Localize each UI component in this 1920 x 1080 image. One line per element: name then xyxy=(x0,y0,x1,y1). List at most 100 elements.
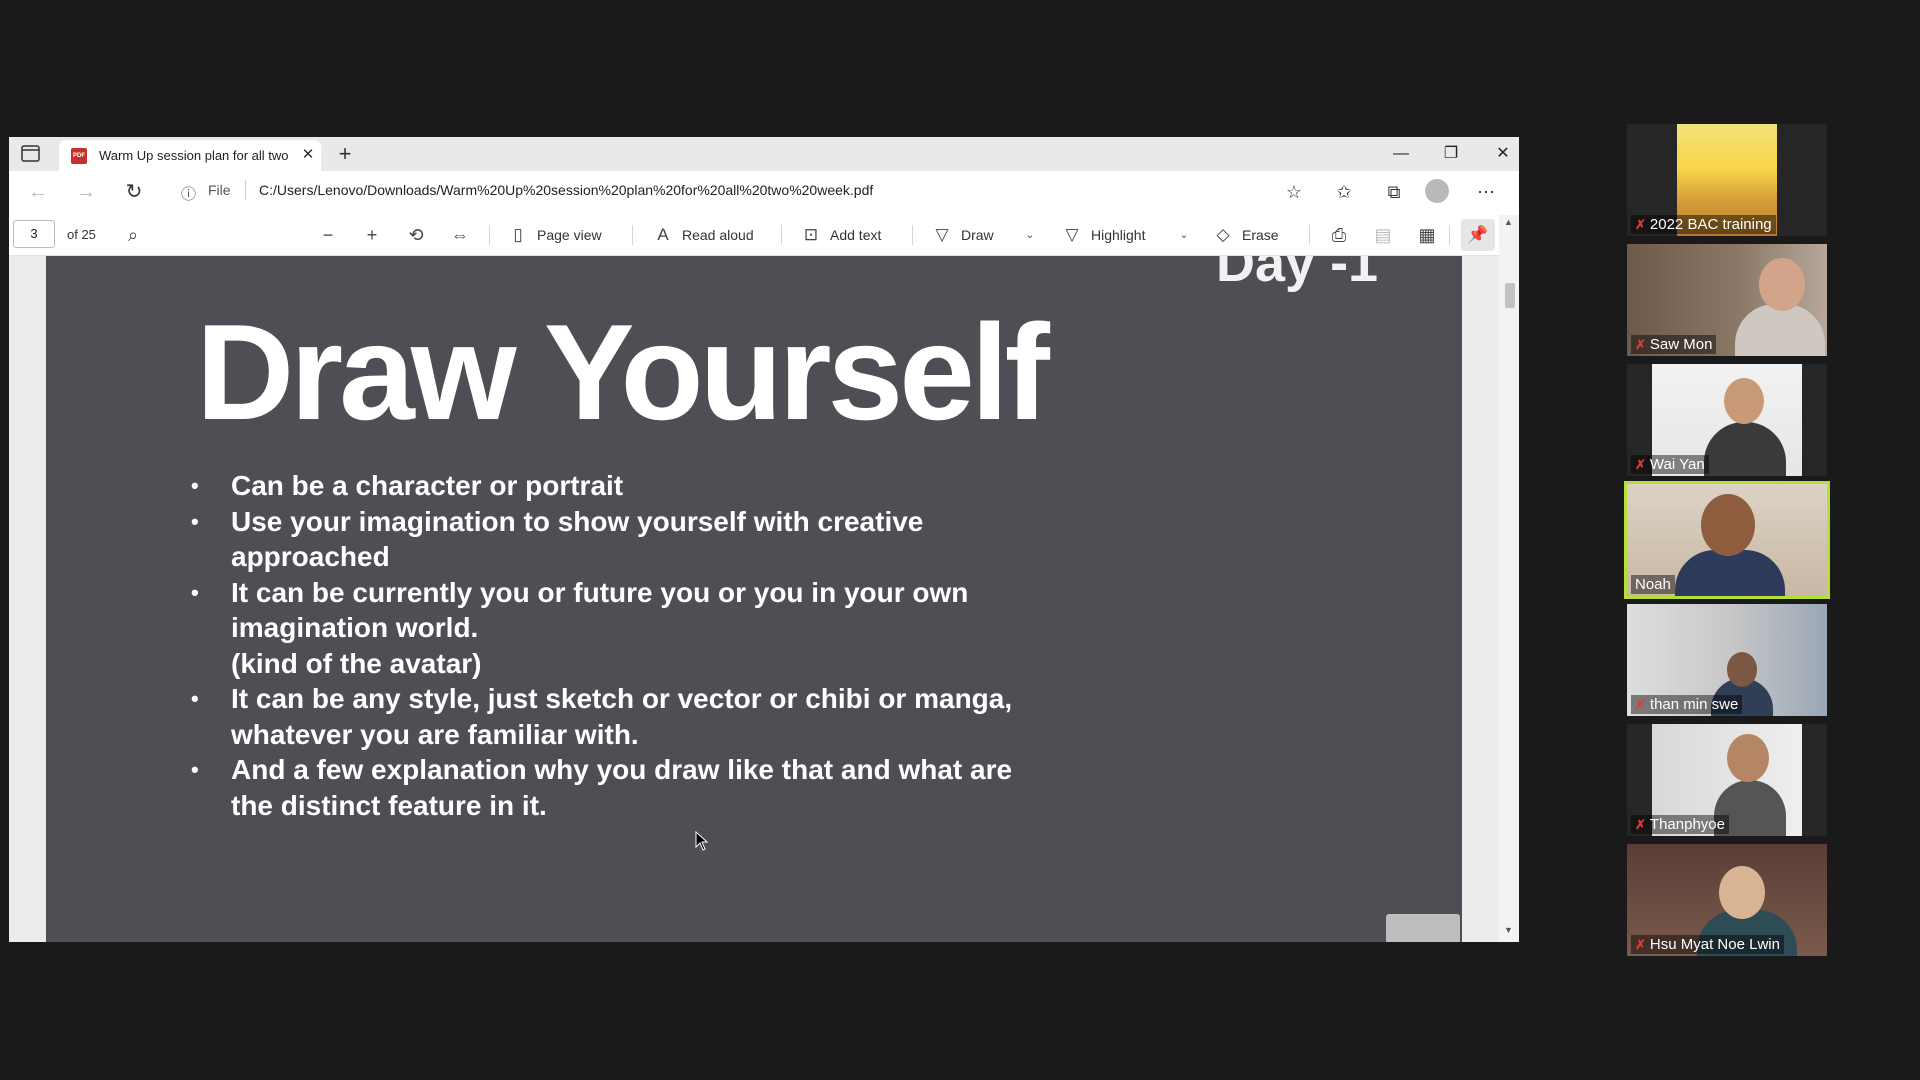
save-as-icon[interactable]: ▦ xyxy=(1413,221,1441,249)
draw-options-chevron-icon[interactable]: ⌄ xyxy=(1023,221,1037,249)
participant-name-tag: ✗ Hsu Myat Noe Lwin xyxy=(1631,935,1784,954)
read-aloud-button[interactable]: A Read aloud xyxy=(652,221,754,249)
favorites-icon[interactable]: ✩ xyxy=(1331,179,1357,205)
add-text-label: Add text xyxy=(830,227,882,243)
participant-body-shape xyxy=(1675,550,1785,596)
participant-name: Hsu Myat Noe Lwin xyxy=(1649,936,1780,953)
bullet-icon: • xyxy=(191,508,199,534)
pin-toolbar-icon[interactable]: 📌 xyxy=(1461,219,1495,251)
participant-body-shape xyxy=(1735,304,1825,356)
highlight-icon: ▽ xyxy=(1065,225,1079,244)
site-info-icon[interactable]: ⓘ xyxy=(181,183,196,204)
participant-tile[interactable]: ✗ Hsu Myat Noe Lwin xyxy=(1627,844,1827,956)
add-text-button[interactable]: ⊡ Add text xyxy=(800,221,882,249)
participant-tile[interactable]: ✗ Wai Yan xyxy=(1627,364,1827,476)
zoom-out-icon[interactable]: − xyxy=(314,221,342,249)
rotate-icon[interactable]: ⟲ xyxy=(402,221,430,249)
page-view-label: Page view xyxy=(537,227,602,243)
toolbar-divider xyxy=(1309,225,1310,245)
muted-microphone-icon: ✗ xyxy=(1635,336,1646,352)
page-view-button[interactable]: ▯ Page view xyxy=(507,221,602,249)
tab-close-icon[interactable]: ✕ xyxy=(299,146,317,164)
participant-head-shape xyxy=(1759,258,1805,311)
slide-bullet-line: the distinct feature in it. xyxy=(231,789,547,821)
minimize-button[interactable]: — xyxy=(1381,140,1421,168)
participant-head-shape xyxy=(1727,734,1769,783)
eraser-icon: ◇ xyxy=(1216,225,1230,244)
toolbar-divider xyxy=(632,225,633,245)
participant-tile[interactable]: ✗ 2022 BAC training xyxy=(1627,124,1827,236)
pdf-toolbar: 3 of 25 ⌕ − + ⟲ ⇔ ▯ Page view A Read alo… xyxy=(9,215,1519,256)
scroll-up-icon[interactable]: ▲ xyxy=(1504,217,1513,227)
slide-day-label: Day -1 xyxy=(1216,256,1379,293)
slide-bullet-line: whatever you are familiar with. xyxy=(231,718,639,750)
forward-arrow-icon[interactable]: → xyxy=(73,179,99,205)
toolbar-divider xyxy=(912,225,913,245)
muted-microphone-icon: ✗ xyxy=(1635,216,1646,232)
tab-strip: PDF Warm Up session plan for all two wee… xyxy=(9,137,1519,171)
toolbar-divider xyxy=(781,225,782,245)
refresh-icon[interactable]: ↻ xyxy=(121,179,147,205)
bullet-icon: • xyxy=(191,473,199,498)
participant-body-shape xyxy=(1704,422,1786,476)
add-favorite-icon[interactable]: ☆ xyxy=(1281,179,1307,205)
draw-label: Draw xyxy=(961,227,994,243)
url-scheme-label: File xyxy=(208,182,231,198)
erase-button[interactable]: ◇ Erase xyxy=(1212,221,1278,249)
highlight-options-chevron-icon[interactable]: ⌄ xyxy=(1177,221,1191,249)
participant-name-tag: ✗ than min swe xyxy=(1631,695,1743,714)
slide-bullet-line: (kind of the avatar) xyxy=(231,647,482,679)
mouse-cursor-icon xyxy=(695,831,709,851)
participant-name: Thanphyoe xyxy=(1649,816,1725,833)
restore-button[interactable]: ❐ xyxy=(1431,140,1471,168)
tab-pdf-document[interactable]: PDF Warm Up session plan for all two wee… xyxy=(59,140,321,171)
pdf-document-area[interactable]: Day -1 Draw Yourself • Can be a character… xyxy=(9,256,1499,942)
participant-name-tag: ✗ 2022 BAC training xyxy=(1631,215,1776,234)
muted-microphone-icon: ✗ xyxy=(1635,816,1646,832)
scroll-down-icon[interactable]: ▼ xyxy=(1504,925,1513,935)
muted-microphone-icon: ✗ xyxy=(1635,696,1646,712)
slide-bullet-line: It can be any style, just sketch or vect… xyxy=(231,683,1013,714)
close-window-button[interactable]: ✕ xyxy=(1483,140,1519,168)
participant-head-shape xyxy=(1727,652,1757,687)
page-number-input[interactable]: 3 xyxy=(13,220,55,248)
zoom-in-icon[interactable]: + xyxy=(358,221,386,249)
participant-tile[interactable]: ✗ than min swe xyxy=(1627,604,1827,716)
participant-tile[interactable]: Noah xyxy=(1624,481,1830,599)
highlight-button[interactable]: ▽ Highlight xyxy=(1061,221,1145,249)
participant-head-shape xyxy=(1701,494,1755,557)
collections-icon[interactable]: ⧉ xyxy=(1381,179,1407,205)
back-arrow-icon[interactable]: ← xyxy=(25,179,51,205)
url-separator xyxy=(245,180,246,200)
toolbar-divider xyxy=(1449,225,1450,245)
participant-name-tag: ✗ Thanphyoe xyxy=(1631,815,1729,834)
participant-name-tag: ✗ Wai Yan xyxy=(1631,455,1709,474)
tab-title: Warm Up session plan for all two week.pd… xyxy=(99,148,289,163)
draw-button[interactable]: ▽ Draw xyxy=(931,221,994,249)
tab-actions-icon[interactable] xyxy=(21,145,41,163)
participant-tile[interactable]: ✗ Saw Mon xyxy=(1627,244,1827,356)
participant-name: 2022 BAC training xyxy=(1649,216,1772,233)
new-tab-button[interactable]: + xyxy=(333,142,357,166)
fit-page-icon[interactable]: ⇔ xyxy=(446,221,474,249)
bullet-icon: • xyxy=(191,686,199,711)
slide-bullet-item: • Can be a character or portrait xyxy=(191,468,1141,504)
profile-avatar[interactable] xyxy=(1425,179,1449,203)
vertical-scrollbar[interactable]: ▲ ▼ xyxy=(1499,215,1519,942)
page-corner-widget[interactable] xyxy=(1386,914,1460,942)
read-aloud-icon: A xyxy=(657,225,669,244)
slide-bullet-line: Can be a character or portrait xyxy=(231,470,624,501)
print-icon[interactable]: ⎙ xyxy=(1325,221,1353,249)
participant-name-tag: ✗ Saw Mon xyxy=(1631,335,1717,354)
participant-name: than min swe xyxy=(1649,696,1739,713)
search-icon[interactable]: ⌕ xyxy=(119,221,147,249)
slide-bullet-line: approached xyxy=(231,541,390,572)
participant-name-tag: Noah xyxy=(1631,575,1675,594)
read-aloud-label: Read aloud xyxy=(682,227,754,243)
participant-name: Wai Yan xyxy=(1649,456,1705,473)
url-field[interactable]: C:/Users/Lenovo/Downloads/Warm%20Up%20se… xyxy=(259,182,873,198)
save-icon[interactable]: ▤ xyxy=(1369,221,1397,249)
scrollbar-thumb[interactable] xyxy=(1505,283,1515,308)
participant-tile[interactable]: ✗ Thanphyoe xyxy=(1627,724,1827,836)
more-options-icon[interactable]: ⋯ xyxy=(1473,179,1499,205)
